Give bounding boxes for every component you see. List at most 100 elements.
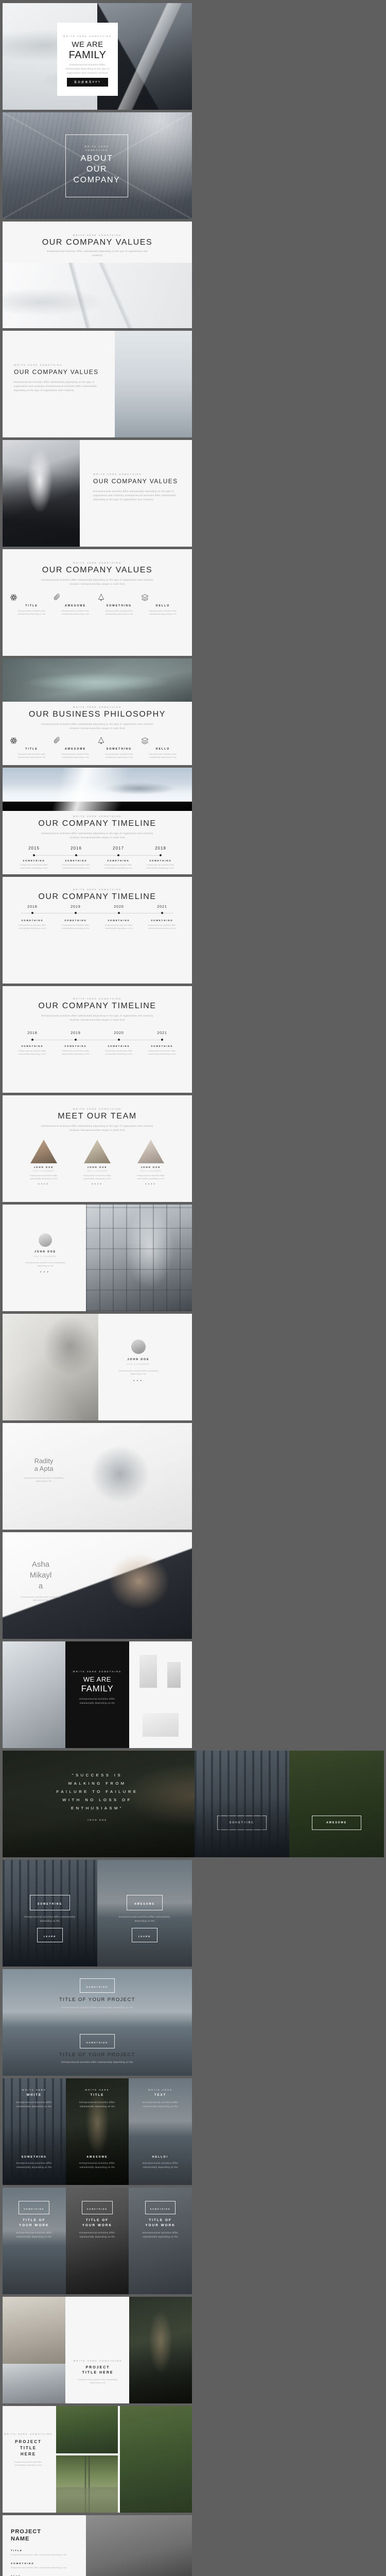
atom-icon — [10, 594, 54, 601]
card-title: SOMETHING — [21, 2156, 47, 2159]
description: Entrepreneurial activities differ substa… — [14, 381, 97, 392]
description: Entrepreneurial activities differ substa… — [41, 579, 153, 585]
philosophy-item-hello[interactable]: HELLO Entrepreneurial activities differ … — [141, 737, 185, 759]
team-member[interactable]: JOHN DOE CEO & FOUNDER Entrepreneurial a… — [130, 1140, 171, 1185]
project-text: Entrepreneurial activities differ substa… — [78, 2379, 118, 2384]
work-card-2[interactable]: SOMETHING TITLE OF YOUR WORK Entrepreneu… — [66, 2201, 129, 2239]
philosophy-item-something[interactable]: SOMETHING Entrepreneurial activities dif… — [97, 737, 141, 759]
slide-asha-mikayla[interactable]: Asha Mikayl a Entrepreneurial activities… — [3, 1532, 192, 1639]
card-right[interactable]: AWESOME Entrepreneurial activities diffe… — [115, 1895, 174, 1942]
value-label: AWESOME — [64, 604, 86, 607]
timeline-text: Entrepreneurial activities differ substa… — [20, 864, 48, 870]
photo-forest-top — [56, 2406, 118, 2453]
quote-author: JOHN DOE — [87, 1818, 108, 1821]
profile-card[interactable]: JOHN DOE CEO & FOUNDER Entrepreneurial a… — [115, 1340, 162, 1382]
photo-walking-woman — [115, 331, 192, 437]
card-3-footer: HELLO! Entrepreneurial activities differ… — [129, 2156, 192, 2170]
photo-snow-mountain — [3, 768, 192, 811]
card-3[interactable]: WRITE HERE TEXT Entrepreneurial activiti… — [129, 2089, 192, 2109]
learn-button[interactable]: LEARN — [37, 1927, 63, 1942]
profile-name: JOHN DOE — [34, 1250, 57, 1253]
slide-company-values-icons[interactable]: WRITE HERE SOMETHING OUR COMPANY VALUES … — [3, 549, 192, 656]
timeline-dot — [33, 854, 35, 856]
page-title: OUR COMPANY VALUES — [42, 238, 153, 247]
kicker: WRITE HERE SOMETHING — [73, 997, 122, 1000]
social-icons[interactable]: ●●●● — [23, 1182, 64, 1185]
slide-project-name-a[interactable]: PROJECT NAME TITLE Entrepreneurial activ… — [3, 2515, 192, 2576]
work-card-3[interactable]: SOMETHING TITLE OF YOUR WORK Entrepreneu… — [129, 2201, 192, 2239]
timeline-dot — [117, 854, 119, 856]
slide-we-are-family-dark[interactable]: WRITE HERE SOMETHING WE ARE FAMILY Entre… — [3, 1641, 192, 1748]
description: Entrepreneurial activities differ substa… — [65, 63, 110, 74]
slide-business-philosophy[interactable]: WRITE HERE SOMETHING OUR BUSINESS PHILOS… — [3, 658, 192, 765]
slide-three-cards-work[interactable]: SOMETHING TITLE OF YOUR WORK Entrepreneu… — [3, 2188, 192, 2294]
slide-company-values-marble[interactable]: WRITE HERE SOMETHING OUR COMPANY VALUES … — [3, 222, 192, 328]
footer-block: SOMETHING TITLE OF YOUR PROJECT Entrepre… — [3, 2034, 192, 2064]
slide-three-cards-white[interactable]: WRITE HERE WHITE Entrepreneurial activit… — [3, 2078, 192, 2185]
team-member[interactable]: JOHN DOE CEO & FOUNDER Entrepreneurial a… — [23, 1140, 64, 1185]
kicker: SOMETHING — [86, 1986, 109, 1988]
kicker: SOMETHING — [86, 2041, 109, 2044]
button-label: LEARN — [43, 1935, 57, 1938]
philosophy-text: Entrepreneurial activities differ substa… — [149, 753, 177, 759]
product-item — [139, 1655, 157, 1688]
social-icons[interactable]: ●●● — [115, 1379, 162, 1382]
value-item-something[interactable]: SOMETHING Entrepreneurial activities dif… — [97, 594, 141, 616]
project-info: PROJECT NAME TITLE Entrepreneurial activ… — [11, 2529, 83, 2576]
value-item-awesome[interactable]: AWESOME Entrepreneurial activities diffe… — [54, 594, 97, 616]
kicker: WRITE HERE — [85, 2089, 110, 2091]
timeline-years: 2015 2016 2017 2018 — [13, 846, 182, 851]
slide-timeline-2018[interactable]: WRITE HERE SOMETHING OUR COMPANY TIMELIN… — [3, 986, 192, 1093]
name-bio: Entrepreneurial activities differ substa… — [21, 1596, 61, 1602]
card-left[interactable]: SOMETHING Entrepreneurial activities dif… — [20, 1895, 80, 1942]
slide-company-values-suit[interactable]: WRITE HERE SOMETHING OUR COMPANY VALUES … — [3, 440, 192, 547]
slide-company-values-walking[interactable]: WRITE HERE SOMETHING OUR COMPANY VALUES … — [3, 331, 192, 437]
member-role: CEO & FOUNDER — [33, 1170, 55, 1172]
slide-timeline-vertical[interactable]: WRITE HERE SOMETHING OUR COMPANY TIMELIN… — [3, 877, 192, 984]
profile-card[interactable]: JOHN DOE CEO & FOUNDER Entrepreneurial a… — [25, 1233, 65, 1273]
work-card-1[interactable]: SOMETHING TITLE OF YOUR WORK Entrepreneu… — [3, 2201, 66, 2239]
social-icons[interactable]: ●●●● — [130, 1182, 171, 1185]
slide-two-cards[interactable]: SOMETHING Entrepreneurial activities dif… — [3, 1860, 192, 1967]
page-title: OUR COMPANY TIMELINE — [38, 1002, 156, 1010]
project-title-3: HERE — [20, 2452, 37, 2456]
avatar — [39, 1233, 52, 1247]
philosophy-item-title[interactable]: TITLE Entrepreneurial activities differ … — [10, 737, 54, 759]
slide-timeline-2015[interactable]: WRITE HERE SOMETHING OUR COMPANY TIMELIN… — [3, 768, 192, 874]
slide-meet-our-team[interactable]: WRITE HERE SOMETHING MEET OUR TEAM Entre… — [3, 1095, 192, 1202]
layers-icon — [141, 594, 185, 601]
value-item-hello[interactable]: HELLO Entrepreneurial activities differ … — [141, 594, 185, 616]
slide-success-quote[interactable]: "SUCCESS IS WALKING FROM FAILURE TO FAIL… — [3, 1751, 384, 1857]
card-1[interactable]: WRITE HERE WHITE Entrepreneurial activit… — [3, 2089, 66, 2109]
slide-project-title-here-b[interactable]: WRITE HERE SOMETHING PROJECT TITLE HERE … — [3, 2406, 192, 2513]
cta-button[interactable]: 黑白欧美风PPT — [66, 78, 109, 87]
item-label: SOMETHING — [11, 2562, 34, 2565]
kicker-line-2: SOMETHING — [85, 149, 109, 151]
card-label: TITLE — [90, 2094, 104, 2097]
social-icons[interactable]: ●●● — [25, 1270, 65, 1273]
timeline-dot — [31, 1039, 33, 1041]
card-2[interactable]: WRITE HERE TITLE Entrepreneurial activit… — [66, 2089, 129, 2109]
philosophy-item-awesome[interactable]: AWESOME Entrepreneurial activities diffe… — [54, 737, 97, 759]
slide-profile-office[interactable]: JOHN DOE CEO & FOUNDER Entrepreneurial a… — [3, 1314, 192, 1420]
slide-profile-loft[interactable]: JOHN DOE CEO & FOUNDER Entrepreneurial a… — [3, 1205, 192, 1311]
kicker: WRITE HERE SOMETHING — [73, 562, 122, 564]
learn-button[interactable]: LEARN — [131, 1927, 158, 1942]
name-line-1: Asha — [31, 1560, 50, 1569]
timeline-label: SOMETHING — [64, 919, 87, 922]
slide-we-are-family[interactable]: WRITE HERE SOMETHING WE ARE FAMILY Entre… — [3, 3, 192, 110]
work-title-1: TITLE OF — [149, 2218, 172, 2222]
timeline-dot — [31, 912, 33, 914]
value-item-title[interactable]: TITLE Entrepreneurial activities differ … — [10, 594, 54, 616]
card-2-footer: AWESOME Entrepreneurial activities diffe… — [66, 2156, 129, 2170]
timeline-labels: SOMETHING Entrepreneurial activities diff… — [13, 859, 182, 870]
slide-project-title-top[interactable]: SOMETHING TITLE OF YOUR PROJECT Entrepre… — [3, 1969, 192, 2076]
value-label: TITLE — [25, 604, 38, 607]
profile-name: JOHN DOE — [127, 1358, 150, 1361]
social-icons[interactable]: ●●●● — [77, 1182, 118, 1185]
slide-radity-apta[interactable]: Radity a Apta Entrepreneurial activities… — [3, 1423, 192, 1530]
slide-about-our-company[interactable]: WRITE HERE SOMETHING ABOUT OUR COMPANY — [3, 112, 192, 219]
team-member[interactable]: JOHN DOE CEO & FOUNDER Entrepreneurial a… — [77, 1140, 118, 1185]
timeline-text: Entrepreneurial activities differ substa… — [105, 924, 133, 930]
slide-project-title-here-a[interactable]: WRITE HERE SOMETHING PROJECT TITLE HERE … — [3, 2297, 192, 2403]
